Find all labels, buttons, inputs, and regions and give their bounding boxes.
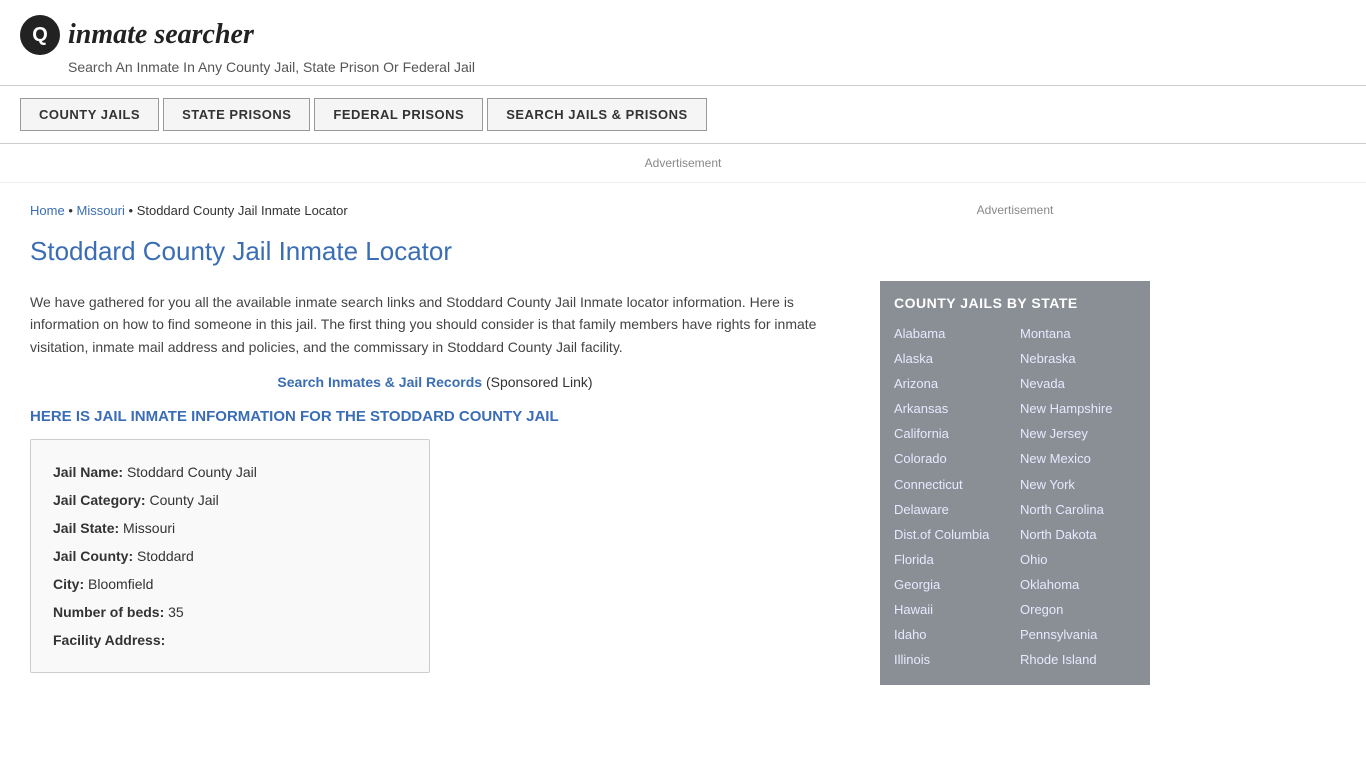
jail-beds-val: 35 [168,604,184,620]
jail-county-val: Stoddard [137,548,194,564]
sidebar-ad: Advertisement [880,203,1150,263]
nav-federal-prisons[interactable]: FEDERAL PRISONS [314,98,483,131]
main-layout: Home • Missouri • Stoddard County Jail I… [0,183,1366,705]
header: Q inmate searcher Search An Inmate In An… [0,0,1366,86]
jail-city-label: City: [53,576,84,592]
nav-search-jails-prisons[interactable]: SEARCH JAILS & PRISONS [487,98,706,131]
state-link-ohio[interactable]: Ohio [1020,549,1136,571]
state-link-georgia[interactable]: Georgia [894,574,1010,596]
jail-name-val: Stoddard County Jail [127,464,257,480]
state-link-oregon[interactable]: Oregon [1020,599,1136,621]
jail-name-row: Jail Name: Stoddard County Jail [53,458,407,486]
logo-icon: Q [20,15,60,55]
state-link-pennsylvania[interactable]: Pennsylvania [1020,624,1136,646]
tagline: Search An Inmate In Any County Jail, Sta… [68,59,1346,75]
jail-state-row: Jail State: Missouri [53,514,407,542]
state-link-north-carolina[interactable]: North Carolina [1020,499,1136,521]
sidebar: Advertisement COUNTY JAILS BY STATE Alab… [870,183,1170,705]
jail-address-label: Facility Address: [53,632,165,648]
nav-state-prisons[interactable]: STATE PRISONS [163,98,310,131]
state-link-california[interactable]: California [894,423,1010,445]
jail-info-box: Jail Name: Stoddard County Jail Jail Cat… [30,439,430,673]
state-link-nevada[interactable]: Nevada [1020,373,1136,395]
jail-city-row: City: Bloomfield [53,570,407,598]
sponsored-link-area: Search Inmates & Jail Records (Sponsored… [30,374,840,390]
state-link-montana[interactable]: Montana [1020,323,1136,345]
jail-name-label: Jail Name: [53,464,123,480]
state-link-hawaii[interactable]: Hawaii [894,599,1010,621]
state-link-distof-columbia[interactable]: Dist.of Columbia [894,524,1010,546]
breadcrumb-state[interactable]: Missouri [76,203,124,218]
state-link-delaware[interactable]: Delaware [894,499,1010,521]
jail-category-label: Jail Category: [53,492,146,508]
jail-county-row: Jail County: Stoddard [53,542,407,570]
state-link-colorado[interactable]: Colorado [894,448,1010,470]
state-link-connecticut[interactable]: Connecticut [894,474,1010,496]
content: Home • Missouri • Stoddard County Jail I… [0,183,870,705]
nav-county-jails[interactable]: COUNTY JAILS [20,98,159,131]
sponsored-suffix: (Sponsored Link) [486,374,593,390]
state-link-new-mexico[interactable]: New Mexico [1020,448,1136,470]
state-link-alabama[interactable]: Alabama [894,323,1010,345]
state-col-1: Alabama Alaska Arizona Arkansas California Co… [894,323,1010,671]
jail-category-val: County Jail [149,492,218,508]
state-box: COUNTY JAILS BY STATE Alabama Alaska Arizo… [880,281,1150,685]
state-link-florida[interactable]: Florida [894,549,1010,571]
state-link-illinois[interactable]: Illinois [894,649,1010,671]
state-link-arizona[interactable]: Arizona [894,373,1010,395]
ad-bar: Advertisement [0,144,1366,183]
logo-area: Q inmate searcher [20,15,1346,55]
breadcrumb-sep2: • [129,203,137,218]
jail-address-row: Facility Address: [53,626,407,654]
jail-beds-row: Number of beds: 35 [53,598,407,626]
state-box-title: COUNTY JAILS BY STATE [894,295,1136,311]
state-link-alaska[interactable]: Alaska [894,348,1010,370]
section-heading: HERE IS JAIL INMATE INFORMATION FOR THE … [30,408,840,425]
state-link-oklahoma[interactable]: Oklahoma [1020,574,1136,596]
jail-state-val: Missouri [123,520,175,536]
breadcrumb: Home • Missouri • Stoddard County Jail I… [30,203,840,218]
state-link-new-jersey[interactable]: New Jersey [1020,423,1136,445]
logo-text: inmate searcher [68,19,254,51]
state-link-north-dakota[interactable]: North Dakota [1020,524,1136,546]
jail-category-row: Jail Category: County Jail [53,486,407,514]
state-link-nebraska[interactable]: Nebraska [1020,348,1136,370]
breadcrumb-current: Stoddard County Jail Inmate Locator [137,203,348,218]
breadcrumb-home[interactable]: Home [30,203,65,218]
state-col-2: Montana Nebraska Nevada New Hampshire New Je… [1020,323,1136,671]
state-link-new-york[interactable]: New York [1020,474,1136,496]
state-link-rhode-island[interactable]: Rhode Island [1020,649,1136,671]
sponsored-link[interactable]: Search Inmates & Jail Records [277,374,482,390]
nav: COUNTY JAILS STATE PRISONS FEDERAL PRISO… [0,86,1366,144]
state-link-new-hampshire[interactable]: New Hampshire [1020,398,1136,420]
jail-county-label: Jail County: [53,548,133,564]
description: We have gathered for you all the availab… [30,291,840,358]
state-link-arkansas[interactable]: Arkansas [894,398,1010,420]
jail-beds-label: Number of beds: [53,604,164,620]
jail-city-val: Bloomfield [88,576,153,592]
jail-state-label: Jail State: [53,520,119,536]
state-columns: Alabama Alaska Arizona Arkansas California Co… [894,323,1136,671]
page-title: Stoddard County Jail Inmate Locator [30,236,840,275]
state-link-idaho[interactable]: Idaho [894,624,1010,646]
